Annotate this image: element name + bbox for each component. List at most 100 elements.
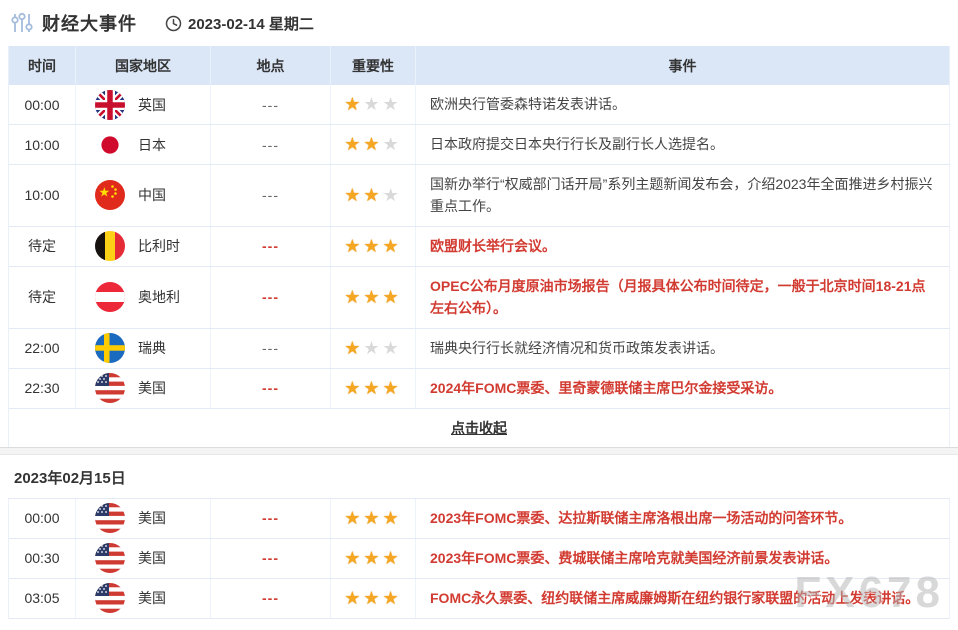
collapse-link[interactable]: 点击收起 [451, 418, 507, 438]
table-body-feb14: 00:00 英国 --- ★ ★★ 欧洲央行管委森特诺发表讲话。 10:00 日本… [9, 85, 949, 409]
event-row: 10:00 日本 --- ★★ ★ 日本政府提交日本央行行长及副行长人选提名。 [9, 125, 949, 165]
event-country: 美国 [76, 578, 211, 618]
event-row: 22:30 美国 --- ★★★ 2024年FOMC票委、里奇蒙德联储主席巴尔金… [9, 368, 949, 409]
importance-stars: ★★★ [331, 498, 416, 538]
events-table-feb14: 时间 国家地区 地点 重要性 事件 00:00 英国 --- ★ ★★ 欧洲央行管… [8, 46, 950, 447]
importance-stars: ★★★ [331, 226, 416, 266]
stars-filled: ★★★ [344, 377, 402, 398]
country-label: 瑞典 [138, 340, 166, 357]
importance-stars: ★★★ [331, 538, 416, 578]
flag-be-icon [95, 231, 125, 262]
flag-at-icon [95, 282, 125, 313]
next-date-heading: 2023年02月15日 [14, 469, 126, 487]
header-importance: 重要性 [331, 46, 416, 85]
event-row: 待定 比利时 --- ★★★ 欧盟财长举行会议。 [9, 226, 949, 267]
flag-us-icon [95, 503, 125, 534]
importance-stars: ★★★ [331, 85, 416, 124]
event-location: --- [211, 538, 331, 578]
header-time: 时间 [9, 46, 76, 85]
stars-filled: ★★ [344, 184, 383, 205]
event-time: 22:00 [9, 328, 76, 368]
event-location: --- [211, 498, 331, 538]
event-text: 国新办举行“权威部门话开局”系列主题新闻发布会，介绍2023年全面推进乡村振兴重… [430, 176, 933, 215]
stars-filled: ★★★ [344, 286, 402, 307]
importance-stars: ★★★ [331, 125, 416, 164]
event-time: 00:00 [9, 498, 76, 538]
event-time: 03:05 [9, 578, 76, 618]
event-country: 美国 [76, 368, 211, 408]
event-location: --- [211, 165, 331, 226]
event-country: 瑞典 [76, 328, 211, 368]
country-label: 比利时 [138, 238, 180, 255]
stars-filled: ★★★ [344, 235, 402, 256]
event-text: 瑞典央行行长就经济情况和货币政策发表讲话。 [430, 339, 724, 356]
stars-empty: ★★ [363, 337, 402, 358]
events-table-feb15: 00:00 美国 --- ★★★ 2023年FOMC票委、达拉斯联储主席洛根出席… [8, 497, 950, 619]
event-row: 22:00 瑞典 --- ★ ★★ 瑞典央行行长就经济情况和货币政策发表讲话。 [9, 328, 949, 369]
table-header-row: 时间 国家地区 地点 重要性 事件 [9, 46, 949, 85]
event-time: 10:00 [9, 125, 76, 164]
event-row: 00:00 英国 --- ★ ★★ 欧洲央行管委森特诺发表讲话。 [9, 85, 949, 125]
country-label: 美国 [138, 510, 166, 527]
importance-stars: ★★★ [331, 165, 416, 226]
svg-text:★: ★ [99, 185, 111, 200]
country-label: 美国 [138, 550, 166, 567]
flag-se-icon [95, 333, 125, 364]
stars-filled: ★ [344, 337, 364, 358]
section-divider [0, 446, 958, 455]
country-label: 日本 [138, 136, 166, 153]
event-text: 欧盟财长举行会议。 [430, 238, 556, 255]
importance-stars: ★★★ [331, 328, 416, 368]
event-time: 10:00 [9, 165, 76, 226]
flag-us-icon [95, 583, 125, 614]
event-text: FOMC永久票委、纽约联储主席威廉姆斯在纽约银行家联盟的活动上发表讲话。 [430, 589, 920, 606]
titlebar: 财经大事件 2023-02-14 星期二 [0, 0, 958, 46]
stars-empty: ★★ [363, 94, 402, 114]
current-date: 2023-02-14 星期二 [165, 13, 314, 34]
event-country: 日本 [76, 125, 211, 164]
event-text: 2023年FOMC票委、达拉斯联储主席洛根出席一场活动的问答环节。 [430, 509, 853, 526]
clock-icon [165, 15, 182, 32]
stars-filled: ★★★ [344, 587, 402, 608]
event-country: ★ 中国 [76, 165, 211, 226]
event-row: 10:00 ★ 中国 --- ★★ ★ 国新办举行“权威部门话开局”系列主题新闻发… [9, 165, 949, 227]
event-country: 比利时 [76, 226, 211, 266]
flag-us-icon [95, 543, 125, 574]
event-location: --- [211, 226, 331, 266]
country-label: 英国 [138, 96, 166, 113]
importance-stars: ★★★ [331, 368, 416, 408]
event-location: --- [211, 328, 331, 368]
country-label: 奥地利 [138, 289, 180, 306]
event-location: --- [211, 266, 331, 328]
event-row: 00:00 美国 --- ★★★ 2023年FOMC票委、达拉斯联储主席洛根出席… [9, 498, 949, 539]
event-row: 03:05 美国 --- ★★★ FOMC永久票委、纽约联储主席威廉姆斯在纽约银… [9, 578, 949, 619]
date-label: 2023-02-14 星期二 [188, 15, 314, 33]
flag-jp-icon [95, 129, 125, 160]
event-text: 日本政府提交日本央行行长及副行长人选提名。 [430, 136, 724, 153]
stars-filled: ★ [344, 94, 364, 114]
header-event: 事件 [668, 57, 697, 74]
flag-uk-icon [95, 89, 125, 120]
event-time: 00:00 [9, 85, 76, 124]
page-title: 财经大事件 [42, 14, 137, 34]
event-text: OPEC公布月度原油市场报告（月报具体公布时间待定，一般于北京时间18-21点左… [430, 277, 926, 317]
country-label: 中国 [138, 187, 166, 204]
country-label: 美国 [138, 590, 166, 607]
stars-empty: ★ [382, 184, 402, 205]
stars-empty: ★ [382, 134, 402, 154]
country-label: 美国 [138, 380, 166, 397]
table-body-feb15: 00:00 美国 --- ★★★ 2023年FOMC票委、达拉斯联储主席洛根出席… [9, 498, 949, 619]
event-location: --- [211, 125, 331, 164]
header-country: 国家地区 [76, 46, 211, 85]
importance-stars: ★★★ [331, 266, 416, 328]
sliders-icon [10, 11, 34, 35]
event-text: 2023年FOMC票委、费城联储主席哈克就美国经济前景发表讲话。 [430, 549, 839, 566]
stars-filled: ★★★ [344, 507, 402, 528]
event-country: 奥地利 [76, 266, 211, 328]
header-location: 地点 [211, 46, 331, 85]
event-time: 待定 [9, 226, 76, 266]
event-row: 00:30 美国 --- ★★★ 2023年FOMC票委、费城联储主席哈克就美国… [9, 538, 949, 579]
flag-us-icon [95, 373, 125, 404]
event-row: 待定 奥地利 --- ★★★ OPEC公布月度原油市场报告（月报具体公布时间待定… [9, 266, 949, 329]
event-time: 22:30 [9, 368, 76, 408]
